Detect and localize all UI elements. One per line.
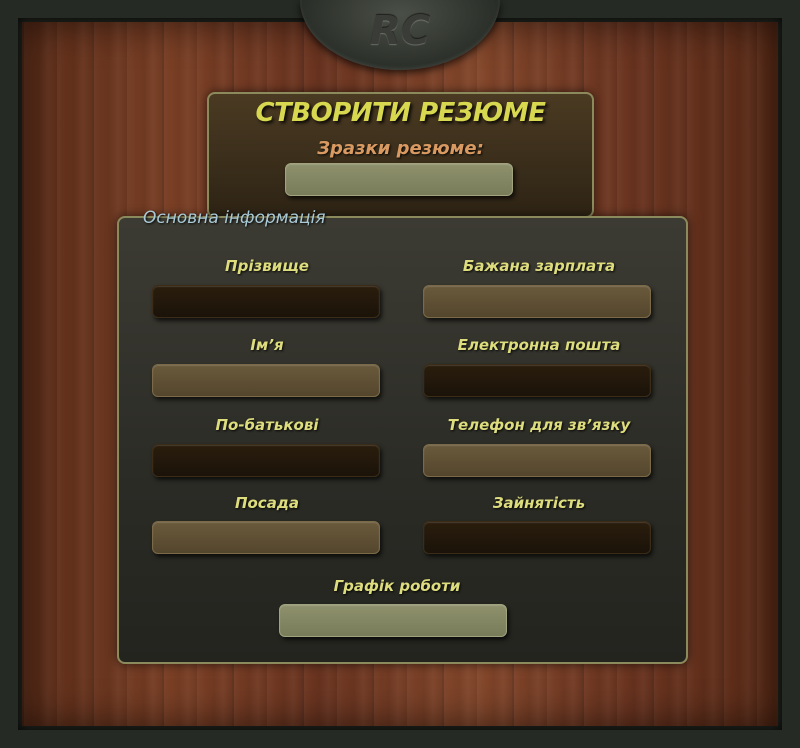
email-input[interactable] — [423, 364, 651, 397]
phone-input[interactable] — [423, 444, 651, 477]
schedule-label: Графік роботи — [333, 577, 461, 595]
employment-label: Зайнятість — [492, 494, 586, 512]
phone-label: Телефон для зв’язку — [447, 416, 631, 434]
section-title: Основна інформація — [143, 208, 326, 228]
header-panel: СТВОРИТИ РЕЗЮМЕ Зразки резюме: — [207, 92, 594, 218]
name-label: Ім’я — [250, 336, 284, 354]
email-label: Електронна пошта — [457, 336, 621, 354]
samples-select[interactable] — [285, 163, 513, 196]
main-info-panel — [117, 216, 688, 664]
surname-input[interactable] — [152, 285, 380, 318]
page-title: СТВОРИТИ РЕЗЮМЕ — [255, 98, 546, 128]
position-label: Посада — [234, 494, 300, 512]
samples-label: Зразки резюме: — [317, 138, 484, 159]
schedule-select[interactable] — [279, 604, 507, 637]
salary-label: Бажана зарплата — [462, 257, 616, 275]
position-input[interactable] — [152, 521, 380, 554]
patronymic-label: По-батькові — [215, 416, 319, 434]
logo: RC — [369, 8, 431, 54]
patronymic-input[interactable] — [152, 444, 380, 477]
employment-input[interactable] — [423, 521, 651, 554]
salary-input[interactable] — [423, 285, 651, 318]
name-input[interactable] — [152, 364, 380, 397]
surname-label: Прізвище — [225, 257, 309, 275]
